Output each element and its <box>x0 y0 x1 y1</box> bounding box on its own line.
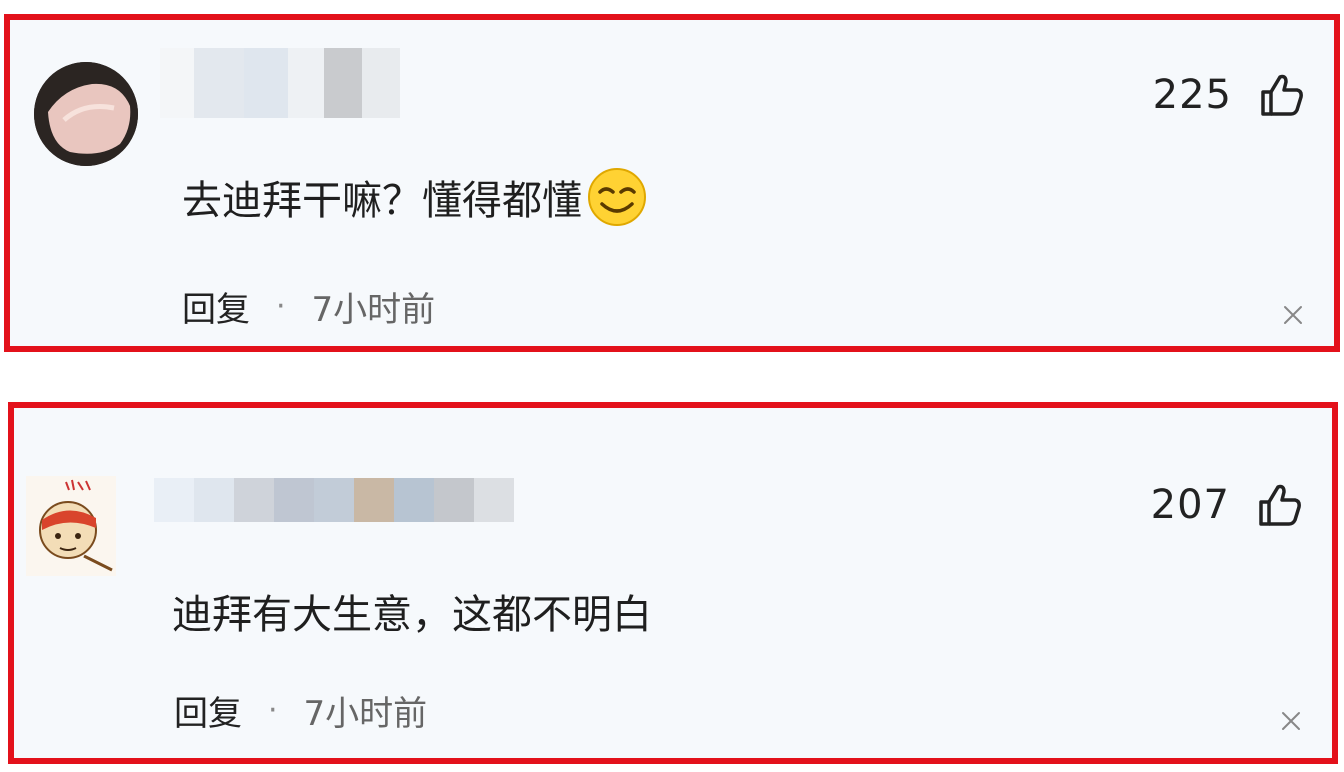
timestamp: 7小时前 <box>303 694 428 734</box>
like-area[interactable]: 225 <box>1153 72 1304 118</box>
like-count: 207 <box>1150 482 1230 528</box>
close-icon[interactable] <box>1282 304 1304 326</box>
avatar[interactable] <box>34 62 138 166</box>
username-blurred[interactable] <box>154 478 524 522</box>
thumbs-up-icon[interactable] <box>1258 72 1304 118</box>
comment-text: 去迪拜干嘛？懂得都懂 <box>182 166 648 228</box>
meta-separator: · <box>268 693 278 728</box>
reply-button[interactable]: 回复 <box>174 686 242 735</box>
comment-meta: 回复 · 7小时前 <box>174 686 427 735</box>
smile-emoji-icon <box>588 168 646 226</box>
close-icon[interactable] <box>1280 710 1302 732</box>
comment-text: 迪拜有大生意，这都不明白 <box>172 592 652 638</box>
avatar[interactable] <box>26 476 116 576</box>
comment-meta: 回复 · 7小时前 <box>182 282 435 331</box>
like-count: 225 <box>1152 72 1232 118</box>
username-blurred[interactable] <box>160 48 400 118</box>
meta-separator: · <box>276 289 286 324</box>
comment-card: 207 迪拜有大生意，这都不明白 回复 · 7小时前 <box>8 402 1338 764</box>
comment-card: 225 去迪拜干嘛？懂得都懂 回复 · 7小时前 <box>4 14 1340 352</box>
like-area[interactable]: 207 <box>1151 482 1302 528</box>
thumbs-up-icon[interactable] <box>1256 482 1302 528</box>
timestamp: 7小时前 <box>311 290 436 330</box>
reply-button[interactable]: 回复 <box>182 282 250 331</box>
